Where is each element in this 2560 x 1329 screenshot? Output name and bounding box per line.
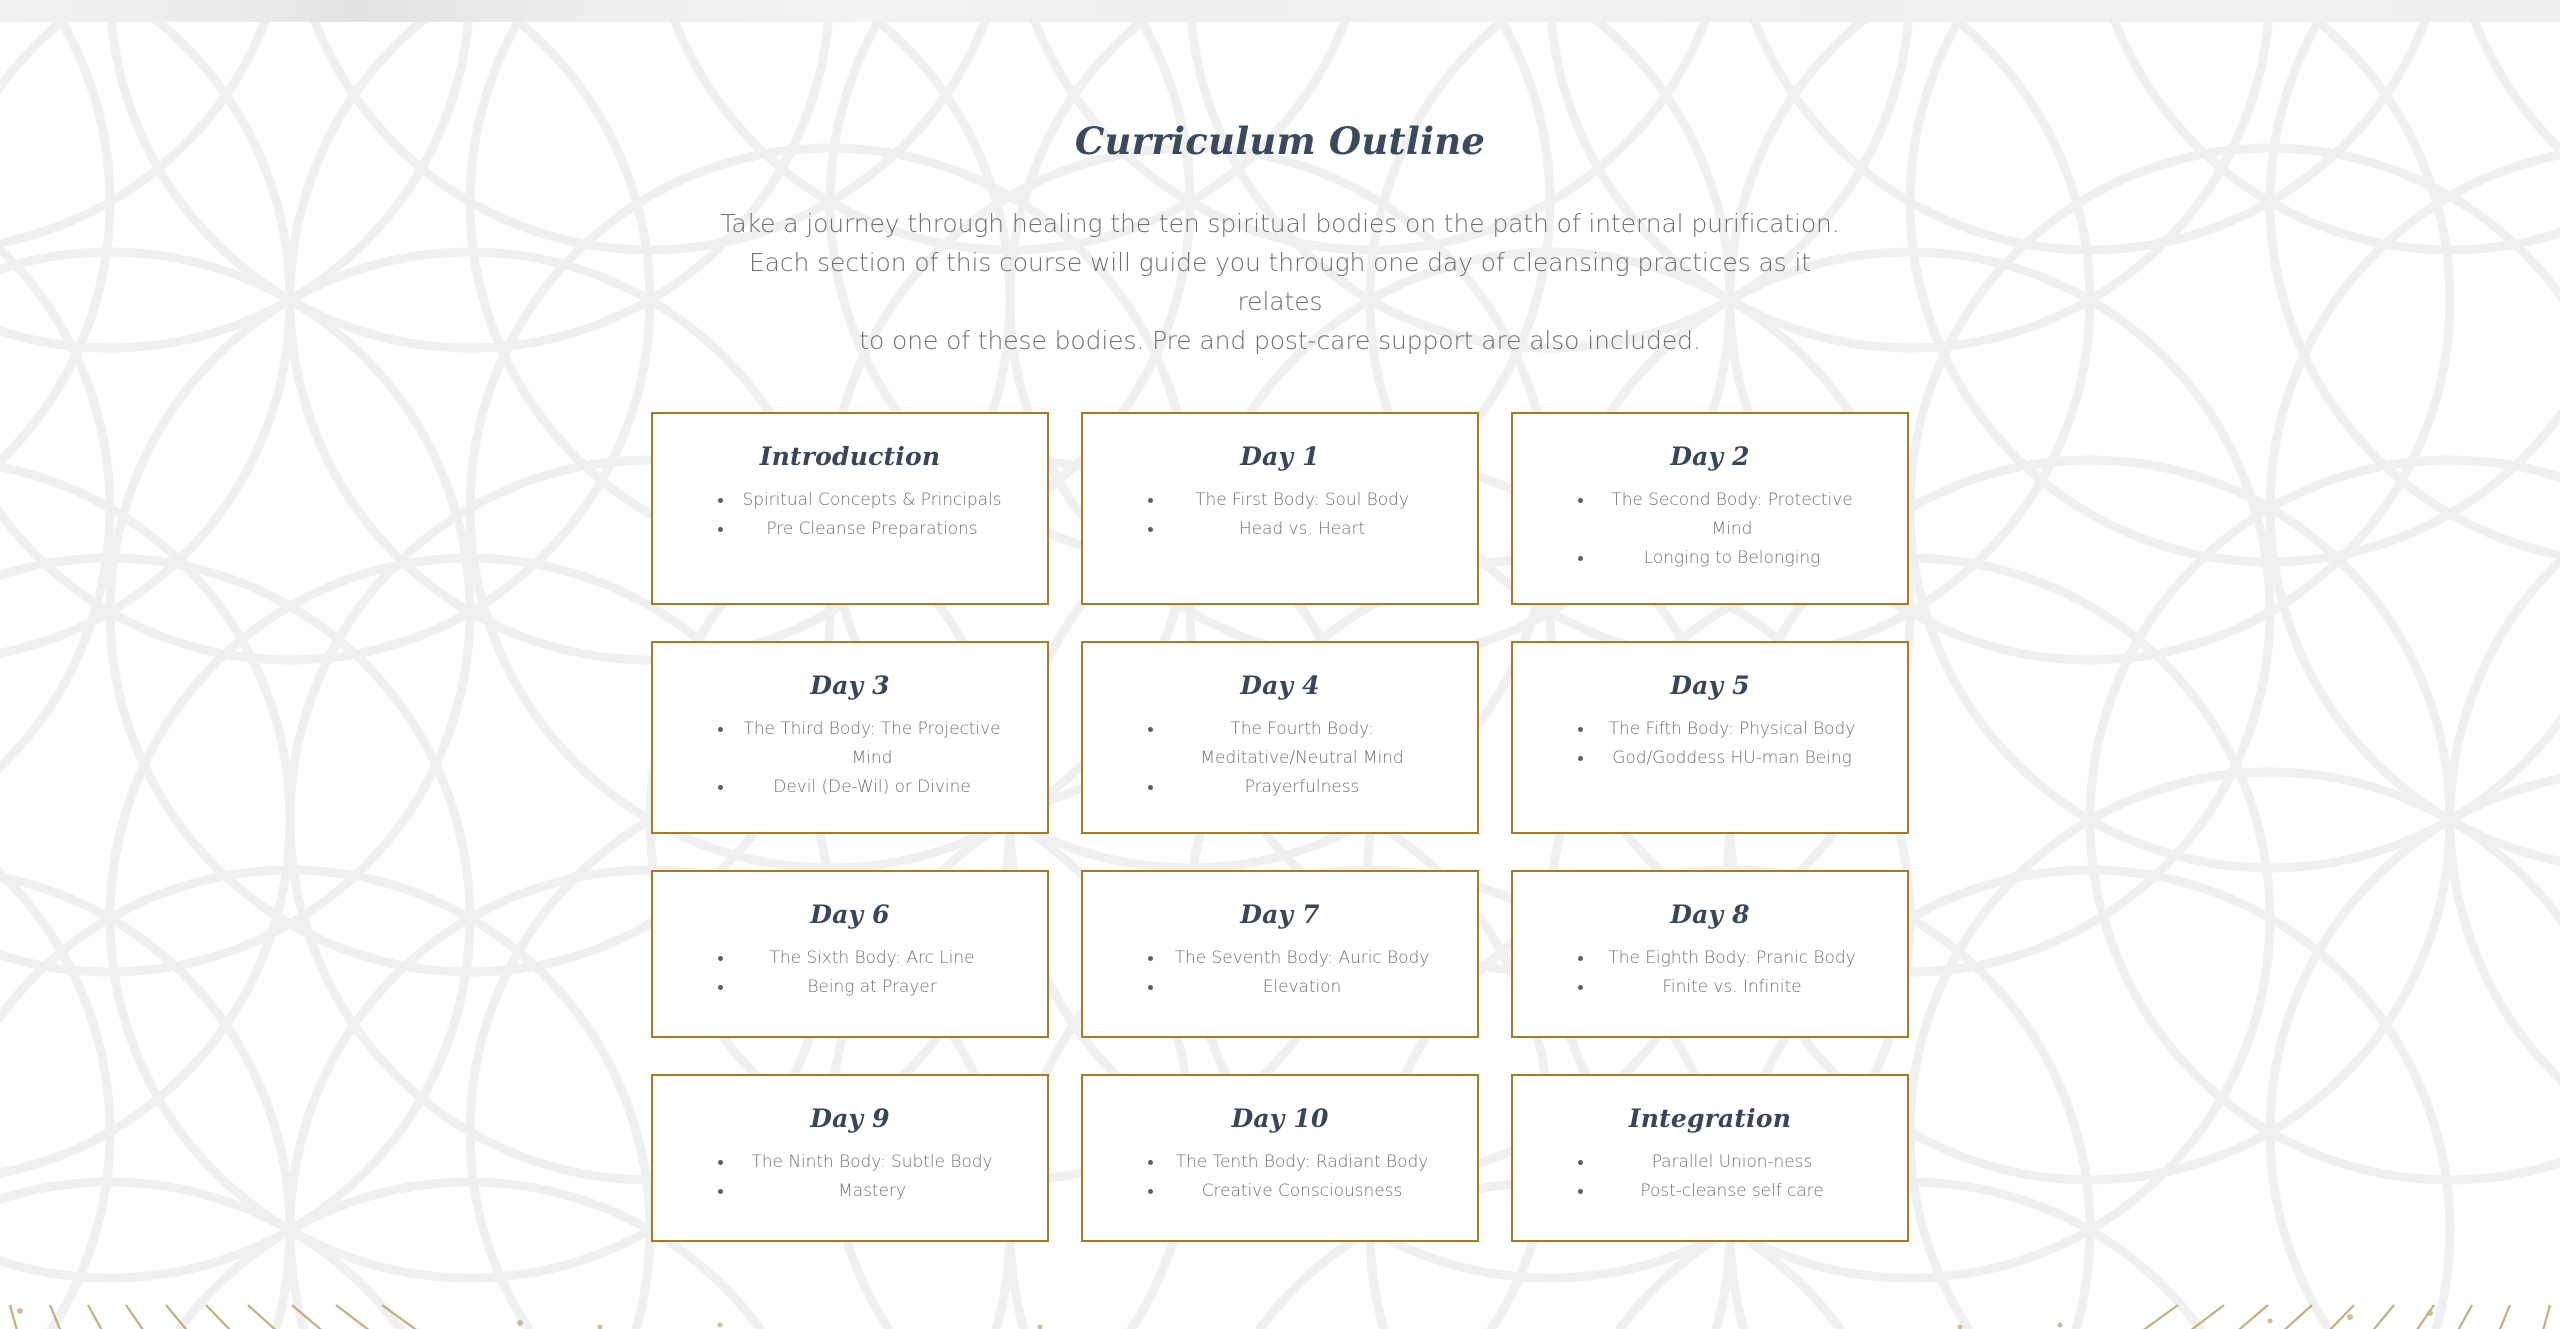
list-item: The Fifth Body: Physical Body bbox=[1594, 715, 1870, 744]
list-item: The Tenth Body: Radiant Body bbox=[1164, 1148, 1440, 1177]
card-topic-list: The Eighth Body: Pranic Body Finite vs. … bbox=[1550, 944, 1870, 1002]
card-topic-list: The First Body: Soul Body Head vs. Heart bbox=[1120, 486, 1440, 544]
card-topic-list: The Third Body: The Projective Mind Devi… bbox=[690, 715, 1010, 802]
list-item: The Ninth Body: Subtle Body bbox=[734, 1148, 1010, 1177]
card-title: Day 7 bbox=[1240, 900, 1320, 930]
card-topic-list: The Seventh Body: Auric Body Elevation bbox=[1120, 944, 1440, 1002]
curriculum-card[interactable]: Integration Parallel Union-ness Post-cle… bbox=[1511, 1074, 1909, 1243]
page-title: Curriculum Outline bbox=[1074, 119, 1486, 163]
list-item: Longing to Belonging bbox=[1594, 544, 1870, 573]
card-title: Day 6 bbox=[810, 900, 890, 930]
card-title: Introduction bbox=[759, 442, 941, 472]
gold-ray-decoration bbox=[8, 1304, 2552, 1329]
intro-line: to one of these bodies. Pre and post-car… bbox=[859, 326, 1701, 356]
list-item: Finite vs. Infinite bbox=[1594, 973, 1870, 1002]
card-title: Day 1 bbox=[1240, 442, 1320, 472]
list-item: The Second Body: Protective Mind bbox=[1594, 486, 1870, 544]
curriculum-card[interactable]: Day 8 The Eighth Body: Pranic Body Finit… bbox=[1511, 870, 1909, 1039]
curriculum-content: Curriculum Outline Take a journey throug… bbox=[0, 0, 2560, 1243]
card-title: Integration bbox=[1628, 1104, 1792, 1134]
list-item: Pre Cleanse Preparations bbox=[734, 515, 1010, 544]
card-topic-list: The Sixth Body: Arc Line Being at Prayer bbox=[690, 944, 1010, 1002]
list-item: Head vs. Heart bbox=[1164, 515, 1440, 544]
card-title: Day 9 bbox=[810, 1104, 890, 1134]
curriculum-card[interactable]: Introduction Spiritual Concepts & Princi… bbox=[651, 412, 1049, 606]
curriculum-card[interactable]: Day 2 The Second Body: Protective Mind L… bbox=[1511, 412, 1909, 606]
intro-line: Take a journey through healing the ten s… bbox=[720, 209, 1840, 239]
curriculum-card[interactable]: Day 6 The Sixth Body: Arc Line Being at … bbox=[651, 870, 1049, 1039]
curriculum-card[interactable]: Day 4 The Fourth Body: Meditative/Neutra… bbox=[1081, 641, 1479, 835]
list-item: The Fourth Body: Meditative/Neutral Mind bbox=[1164, 715, 1440, 773]
curriculum-card[interactable]: Day 9 The Ninth Body: Subtle Body Master… bbox=[651, 1074, 1049, 1243]
section-intro-paragraph: Take a journey through healing the ten s… bbox=[720, 204, 1840, 360]
curriculum-card[interactable]: Day 3 The Third Body: The Projective Min… bbox=[651, 641, 1049, 835]
curriculum-card[interactable]: Day 1 The First Body: Soul Body Head vs.… bbox=[1081, 412, 1479, 606]
card-topic-list: Spiritual Concepts & Principals Pre Clea… bbox=[690, 486, 1010, 544]
list-item: The Seventh Body: Auric Body bbox=[1164, 944, 1440, 973]
card-topic-list: The Fourth Body: Meditative/Neutral Mind… bbox=[1120, 715, 1440, 802]
card-title: Day 4 bbox=[1240, 671, 1320, 701]
list-item: Elevation bbox=[1164, 973, 1440, 1002]
card-title: Day 2 bbox=[1670, 442, 1750, 472]
list-item: Prayerfulness bbox=[1164, 773, 1440, 802]
curriculum-outline-page: Curriculum Outline Take a journey throug… bbox=[0, 0, 2560, 1329]
curriculum-card[interactable]: Day 7 The Seventh Body: Auric Body Eleva… bbox=[1081, 870, 1479, 1039]
card-topic-list: The Tenth Body: Radiant Body Creative Co… bbox=[1120, 1148, 1440, 1206]
card-title: Day 10 bbox=[1231, 1104, 1329, 1134]
card-topic-list: The Fifth Body: Physical Body God/Goddes… bbox=[1550, 715, 1870, 773]
list-item: Post-cleanse self care bbox=[1594, 1177, 1870, 1206]
card-topic-list: The Second Body: Protective Mind Longing… bbox=[1550, 486, 1870, 573]
list-item: Creative Consciousness bbox=[1164, 1177, 1440, 1206]
list-item: God/Goddess HU-man Being bbox=[1594, 744, 1870, 773]
list-item: The Sixth Body: Arc Line bbox=[734, 944, 1010, 973]
card-topic-list: The Ninth Body: Subtle Body Mastery bbox=[690, 1148, 1010, 1206]
card-title: Day 5 bbox=[1670, 671, 1750, 701]
list-item: Being at Prayer bbox=[734, 973, 1010, 1002]
card-topic-list: Parallel Union-ness Post-cleanse self ca… bbox=[1550, 1148, 1870, 1206]
intro-line: Each section of this course will guide y… bbox=[748, 248, 1812, 317]
curriculum-card-grid: Introduction Spiritual Concepts & Princi… bbox=[651, 412, 1909, 1243]
list-item: Spiritual Concepts & Principals bbox=[734, 486, 1010, 515]
card-title: Day 8 bbox=[1670, 900, 1750, 930]
list-item: The Eighth Body: Pranic Body bbox=[1594, 944, 1870, 973]
curriculum-card[interactable]: Day 5 The Fifth Body: Physical Body God/… bbox=[1511, 641, 1909, 835]
list-item: The Third Body: The Projective Mind bbox=[734, 715, 1010, 773]
list-item: Mastery bbox=[734, 1177, 1010, 1206]
list-item: Devil (De-Wil) or Divine bbox=[734, 773, 1010, 802]
list-item: Parallel Union-ness bbox=[1594, 1148, 1870, 1177]
curriculum-card[interactable]: Day 10 The Tenth Body: Radiant Body Crea… bbox=[1081, 1074, 1479, 1243]
card-title: Day 3 bbox=[810, 671, 890, 701]
list-item: The First Body: Soul Body bbox=[1164, 486, 1440, 515]
